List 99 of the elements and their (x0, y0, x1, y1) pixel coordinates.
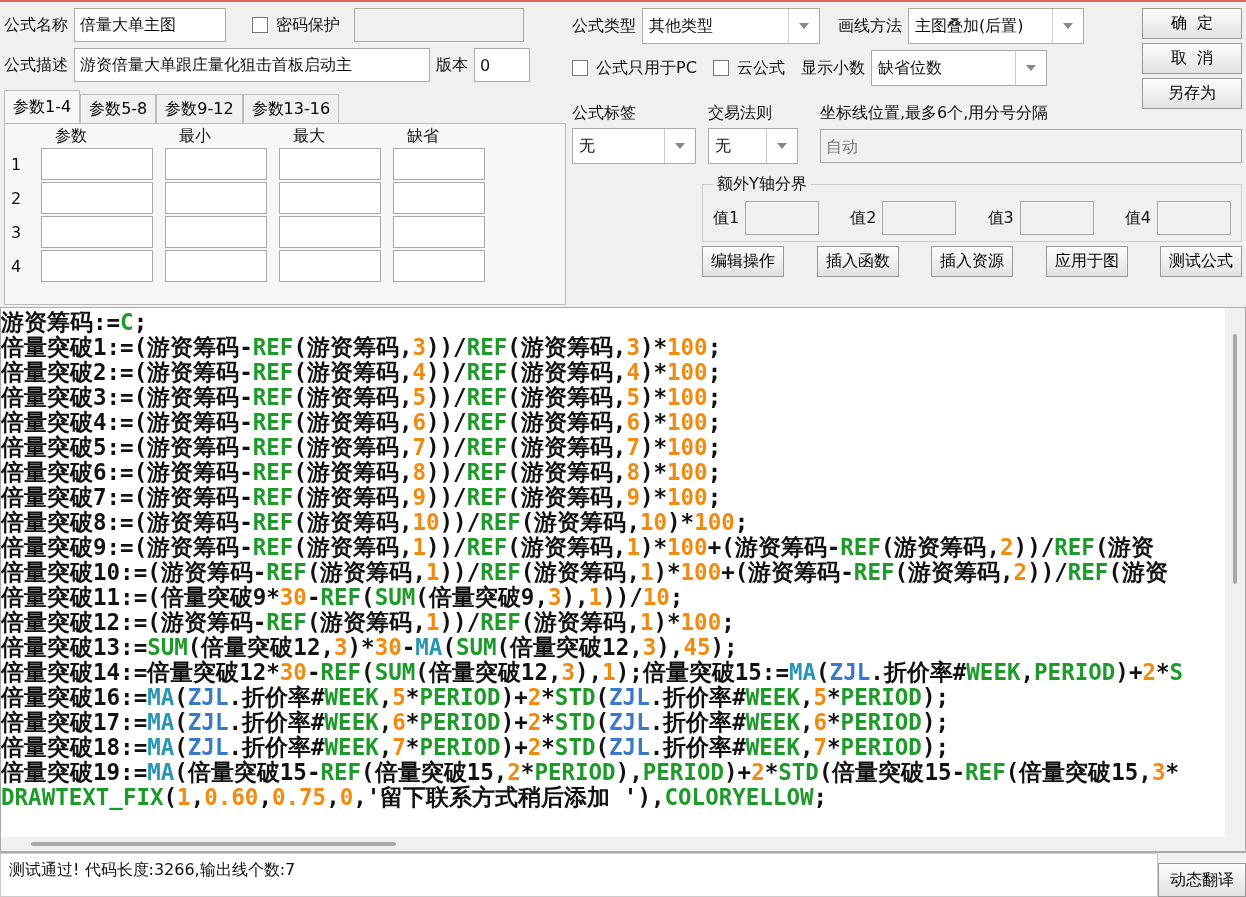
field-label: 值1 (713, 207, 740, 229)
column-header: 参数 (54, 126, 88, 146)
parameter-field[interactable] (279, 182, 381, 214)
parameter-field[interactable] (165, 250, 267, 282)
description-field[interactable]: 游资倍量大单跟庄量化狙击首板启动主 (74, 48, 430, 82)
code-editor[interactable] (0, 307, 1246, 852)
group-title: 额外Y轴分界 (713, 174, 811, 195)
field-label: 值3 (987, 207, 1014, 229)
status-message: 测试通过! 代码长度:3266,输出线个数:7 (0, 853, 1158, 897)
caret-icon (777, 143, 787, 149)
code-line: 倍量突破18:=MA(ZJL.折价率#WEEK,7*PERIOD)+2*STD(ZJL.折价率#WEEK,7*PERIOD); (1, 735, 949, 760)
tool-button[interactable]: 插入函数 (816, 246, 899, 277)
value-field[interactable] (1157, 201, 1231, 235)
checkbox-label: 公式只用于PC (596, 57, 697, 79)
parameter-field[interactable] (41, 148, 153, 180)
parameter-field[interactable] (165, 148, 267, 180)
value-field[interactable] (1019, 201, 1094, 235)
code-line: 倍量突破11:=(倍量突破9*30-REF(SUM(倍量突破9,3),1))/10; (1, 585, 684, 610)
code-line: 倍量突破8:=(游资筹码-REF(游资筹码,10))/REF(游资筹码,10)*100; (1, 510, 749, 535)
parameter-field[interactable] (279, 250, 381, 282)
parameter-field[interactable] (393, 216, 485, 248)
field-label: 交易法则 (708, 103, 773, 124)
code-line: 倍量突破2:=(游资筹码-REF(游资筹码,4))/REF(游资筹码,4)*100; (1, 360, 722, 385)
code-line: 倍量突破12:=(游资筹码-REF(游资筹码,1))/REF(游资筹码,1)*100; (1, 610, 735, 635)
dropdown[interactable]: 无 (572, 128, 696, 164)
tool-button[interactable]: 插入资源 (931, 246, 1013, 277)
code-line: 倍量突破16:=MA(ZJL.折价率#WEEK,5*PERIOD)+2*STD(ZJL.折价率#WEEK,5*PERIOD); (1, 685, 949, 710)
version-field[interactable]: 0 (474, 48, 530, 82)
code-line: 倍量突破1:=(游资筹码-REF(游资筹码,3))/REF(游资筹码,3)*100; (1, 335, 722, 360)
code-line: 倍量突破7:=(游资筹码-REF(游资筹码,9))/REF(游资筹码,9)*100; (1, 485, 722, 510)
scrollbar-thumb[interactable] (1233, 334, 1237, 584)
parameter-field[interactable] (165, 216, 267, 248)
code-line: 游资筹码:=C; (1, 310, 148, 335)
name-field[interactable]: 倍量大单主图 (74, 8, 226, 42)
scrollbar-thumb[interactable] (31, 842, 396, 846)
tool-button[interactable]: 测试公式 (1160, 246, 1242, 277)
parameter-field[interactable] (393, 182, 485, 214)
row-number: 3 (11, 221, 23, 244)
code-line: 倍量突破6:=(游资筹码-REF(游资筹码,8))/REF(游资筹码,8)*100; (1, 460, 722, 485)
parameter-field[interactable] (393, 148, 485, 180)
field-label: 公式描述 (4, 54, 68, 76)
column-header: 最大 (292, 126, 326, 146)
field-label: 值2 (850, 207, 877, 229)
checkbox[interactable] (712, 60, 729, 76)
code-line: DRAWTEXT_FIX(1,0.60,0.75,0,'留下联系方式稍后添加 '),COLORYELLOW; (1, 785, 828, 810)
row-number: 4 (11, 255, 23, 278)
checkbox-label: 密码保护 (276, 14, 340, 36)
checkbox[interactable] (252, 17, 268, 33)
translate-button[interactable]: 动态翻译 (1158, 863, 1246, 897)
dropdown[interactable]: 主图叠加(后置) (908, 8, 1084, 44)
code-line: 倍量突破3:=(游资筹码-REF(游资筹码,5))/REF(游资筹码,5)*100; (1, 385, 722, 410)
dialog-button[interactable]: 确 定 (1142, 8, 1242, 39)
field-label: 版本 (436, 54, 468, 76)
parameter-field[interactable] (279, 148, 381, 180)
field-label: 公式标签 (572, 103, 637, 124)
code-line: 倍量突破14:=倍量突破12*30-REF(SUM(倍量突破12,3),1);倍量突破15:=MA(ZJL.折价率#WEEK,PERIOD)+2*S (1, 660, 1184, 685)
parameter-field[interactable] (279, 216, 381, 248)
code-line: 倍量突破5:=(游资筹码-REF(游资筹码,7))/REF(游资筹码,7)*100; (1, 435, 722, 460)
parameter-field[interactable] (41, 250, 153, 282)
parameter-field[interactable] (165, 182, 267, 214)
field-label: 值4 (1124, 207, 1151, 229)
caret-icon (799, 23, 809, 29)
dropdown[interactable]: 其他类型 (642, 8, 820, 44)
checkbox-label: 云公式 (736, 57, 785, 79)
tool-button[interactable]: 编辑操作 (702, 246, 784, 277)
field-label: 画线方法 (838, 15, 902, 37)
column-header: 缺省 (406, 126, 440, 146)
column-header: 最小 (178, 126, 212, 146)
field-label: 显示小数 (800, 57, 865, 79)
tab[interactable]: 参数5-8 (80, 94, 157, 124)
parameter-field[interactable] (41, 216, 153, 248)
value-field[interactable] (745, 201, 820, 235)
dropdown[interactable]: 无 (708, 128, 798, 164)
parameter-field[interactable] (41, 182, 153, 214)
field-label: 公式类型 (572, 15, 636, 37)
tab[interactable]: 参数1-4 (4, 90, 81, 124)
code-line: 倍量突破19:=MA(倍量突破15-REF(倍量突破15,2*PERIOD),PERIOD)+2*STD(倍量突破15-REF(倍量突破15,3* (1, 760, 1179, 785)
row-number: 1 (11, 153, 23, 176)
tab[interactable]: 参数13-16 (242, 94, 340, 124)
caret-icon (1063, 23, 1073, 29)
caret-icon (1025, 65, 1036, 71)
caret-icon (675, 143, 685, 149)
dialog-button[interactable]: 取 消 (1142, 43, 1242, 74)
code-line: 倍量突破13:=SUM(倍量突破12,3)*30-MA(SUM(倍量突破12,3),45); (1, 635, 738, 660)
code-line: 倍量突破4:=(游资筹码-REF(游资筹码,6))/REF(游资筹码,6)*100; (1, 410, 722, 435)
dropdown[interactable]: 缺省位数 (870, 50, 1047, 86)
field-label: 公式名称 (4, 14, 68, 36)
checkbox[interactable] (572, 60, 588, 76)
code-line: 倍量突破10:=(游资筹码-REF(游资筹码,1))/REF(游资筹码,1)*100+(游资筹码-REF(游资筹码,2))/REF(游资 (1, 560, 1168, 585)
password-field[interactable] (354, 8, 524, 42)
tab[interactable]: 参数9-12 (156, 94, 243, 124)
code-line: 倍量突破9:=(游资筹码-REF(游资筹码,1))/REF(游资筹码,1)*100+(游资筹码-REF(游资筹码,2))/REF(游资 (1, 535, 1155, 560)
dialog-button[interactable]: 另存为 (1142, 78, 1242, 109)
row-number: 2 (11, 187, 23, 210)
tool-button[interactable]: 应用于图 (1045, 246, 1128, 277)
parameter-field[interactable] (393, 250, 485, 282)
value-field[interactable] (882, 201, 957, 235)
field-label: 坐标线位置,最多6个,用分号分隔 (820, 103, 1050, 124)
code-line: 倍量突破17:=MA(ZJL.折价率#WEEK,6*PERIOD)+2*STD(ZJL.折价率#WEEK,6*PERIOD); (1, 710, 949, 735)
